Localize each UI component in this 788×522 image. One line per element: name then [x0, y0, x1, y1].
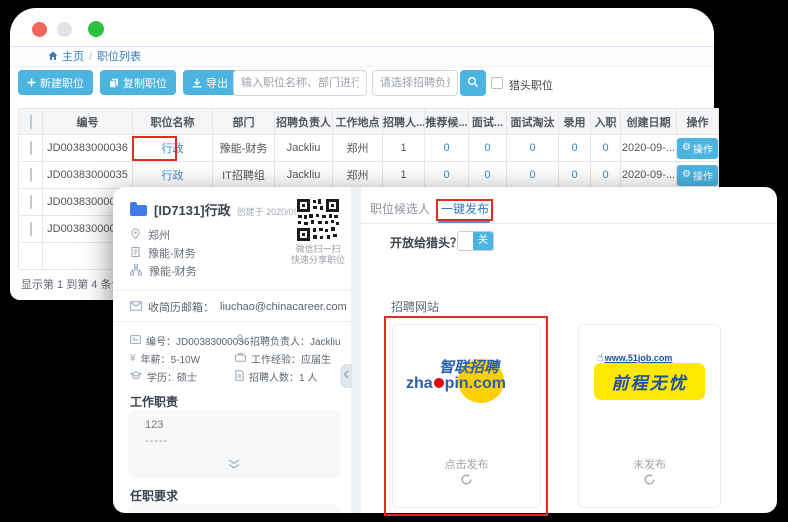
- table-row: JD00383000036行政 豫能-财务Jackliu 郑州1 0 0 0 0…: [19, 135, 719, 162]
- 51job-logo: ☝www.51job.com 前程无忧: [594, 351, 707, 407]
- person-icon: [235, 334, 245, 347]
- copy-position-button[interactable]: 复制职位: [100, 70, 176, 95]
- tab-candidates[interactable]: 职位候选人: [370, 200, 430, 217]
- location-pin-icon: [130, 228, 141, 243]
- zhaopin-logo: 智联招聘 zhapin.com: [406, 357, 528, 405]
- field-label: 工作经验：: [251, 355, 301, 366]
- briefcase-icon: [235, 352, 246, 365]
- expand-chevrons-icon[interactable]: [128, 457, 340, 475]
- search-icon: [467, 76, 479, 91]
- toggle-off-state: 关: [473, 232, 493, 250]
- duty-section-title: 工作职责: [130, 393, 178, 410]
- tab-one-click-publish[interactable]: 一键发布: [441, 200, 489, 217]
- chevron-left-icon: [343, 370, 349, 382]
- refresh-icon[interactable]: [393, 473, 540, 491]
- field-label: 年薪：: [141, 355, 171, 366]
- mail-icon: [130, 301, 142, 314]
- row-checkbox[interactable]: [30, 195, 32, 209]
- search-input[interactable]: [233, 70, 367, 96]
- copy-icon: [109, 78, 119, 88]
- plus-icon: [27, 78, 36, 87]
- folder-icon: [130, 205, 147, 216]
- headcount-doc-icon: [235, 370, 244, 384]
- field-label: 招聘人数：: [249, 373, 299, 384]
- open-to-headhunter-label: 开放给猎头？: [390, 234, 462, 251]
- zhaopin-logo-en: zhapin.com: [406, 375, 506, 393]
- owner-select-input[interactable]: [372, 70, 458, 96]
- window-maximize-button[interactable]: [88, 21, 104, 37]
- salary-icon: ¥: [130, 353, 136, 364]
- duty-text-line2: -----: [145, 435, 168, 447]
- breadcrumb-current: 职位列表: [97, 51, 141, 63]
- active-tab-underline: [438, 220, 490, 223]
- email-label: 收简历邮箱：: [148, 299, 214, 315]
- row-action-button[interactable]: ⚙操作: [677, 138, 718, 159]
- graduation-cap-icon: [130, 371, 142, 383]
- select-all-checkbox[interactable]: [30, 115, 32, 129]
- field-value: 1 人: [299, 373, 317, 384]
- publish-right-pane: 职位候选人 一键发布 开放给猎头？ 关 招聘网站 智联招聘 zhapin.com…: [361, 187, 777, 513]
- detail-tabs: 职位候选人 一键发布: [361, 187, 777, 224]
- site-card-zhaopin[interactable]: 智联招聘 zhapin.com 点击发布: [392, 324, 541, 508]
- zhaopin-logo-cn: 智联招聘: [439, 356, 499, 377]
- toolbar: 新建职位 复制职位 导出 导出附件: [10, 70, 714, 98]
- position-title: [ID7131]行政: [154, 203, 231, 218]
- refresh-icon[interactable]: [579, 473, 720, 491]
- row-checkbox[interactable]: [30, 222, 32, 236]
- field-label: 学历：: [147, 373, 177, 384]
- collapse-panel-handle[interactable]: [340, 364, 352, 388]
- home-icon: [48, 48, 58, 68]
- search-button[interactable]: [460, 70, 486, 96]
- table-header-row: 编号职位名称 部门招聘负责人 工作地点招聘人... 推荐候...面试... 面试…: [19, 109, 719, 135]
- new-position-button[interactable]: 新建职位: [18, 70, 93, 95]
- department-icon: [130, 246, 141, 261]
- zhaopin-logo-dot: [434, 378, 444, 388]
- field-value: 5-10W: [171, 355, 200, 366]
- id-card-icon: [130, 335, 141, 347]
- detail-location: 郑州: [148, 227, 170, 243]
- qr-caption-line2: 快速分享职位: [273, 255, 363, 266]
- 51job-logo-box: 前程无忧: [594, 363, 705, 400]
- qr-caption-line1: 微信扫一扫: [273, 244, 363, 255]
- field-value: 硕士: [177, 373, 197, 384]
- qr-code: [296, 198, 340, 242]
- headhunter-checkbox-label: 猎头职位: [509, 77, 553, 93]
- field-label: 招聘负责人：: [250, 337, 310, 348]
- detail-org: 豫能-财务: [149, 263, 197, 279]
- site-card-51job[interactable]: ☝www.51job.com 前程无忧 未发布: [578, 324, 721, 508]
- breadcrumb-home[interactable]: 主页: [62, 51, 84, 63]
- position-detail-panel: [ID7131]行政创建于 2020/09: [113, 187, 777, 513]
- duty-card: 123 -----: [128, 410, 340, 479]
- field-value: Jackliu: [310, 337, 341, 348]
- breadcrumb: 主页/职位列表: [10, 46, 714, 67]
- window-minimize-button[interactable]: [57, 22, 72, 37]
- window-close-button[interactable]: [32, 22, 47, 37]
- created-date: 创建于 2020/09: [237, 207, 299, 217]
- headhunter-checkbox[interactable]: [491, 77, 503, 89]
- duty-text-line1: 123: [145, 419, 163, 431]
- export-button[interactable]: 导出: [183, 70, 237, 95]
- export-icon: [192, 78, 202, 88]
- field-value: 应届生: [301, 355, 331, 366]
- recruitment-sites-label: 招聘网站: [391, 298, 439, 315]
- detail-department: 豫能-财务: [148, 245, 196, 261]
- gear-icon: ⚙: [682, 170, 691, 180]
- 51job-publish-status: 未发布: [579, 456, 720, 472]
- table-row: JD00383000035行政 IT招聘组Jackliu 郑州1 0 0 0 0…: [19, 162, 719, 189]
- gear-icon: ⚙: [682, 143, 691, 153]
- field-label: 编号：: [146, 337, 176, 348]
- pane-divider: [351, 187, 361, 513]
- zhaopin-publish-status[interactable]: 点击发布: [393, 456, 540, 472]
- requirement-card: [128, 504, 340, 513]
- row-checkbox[interactable]: [30, 168, 32, 182]
- requirement-section-title: 任职要求: [130, 487, 178, 504]
- org-structure-icon: [130, 264, 142, 279]
- row-action-button[interactable]: ⚙操作: [677, 165, 718, 186]
- detail-left-pane: [ID7131]行政创建于 2020/09: [113, 187, 351, 513]
- headhunter-toggle[interactable]: 关: [457, 231, 494, 251]
- screenshot-stage: 主页/职位列表 新建职位 复制职位 导出 导出附件: [0, 0, 788, 522]
- row-checkbox[interactable]: [30, 141, 32, 155]
- email-value: liuchao@chinacareer.com: [220, 301, 347, 313]
